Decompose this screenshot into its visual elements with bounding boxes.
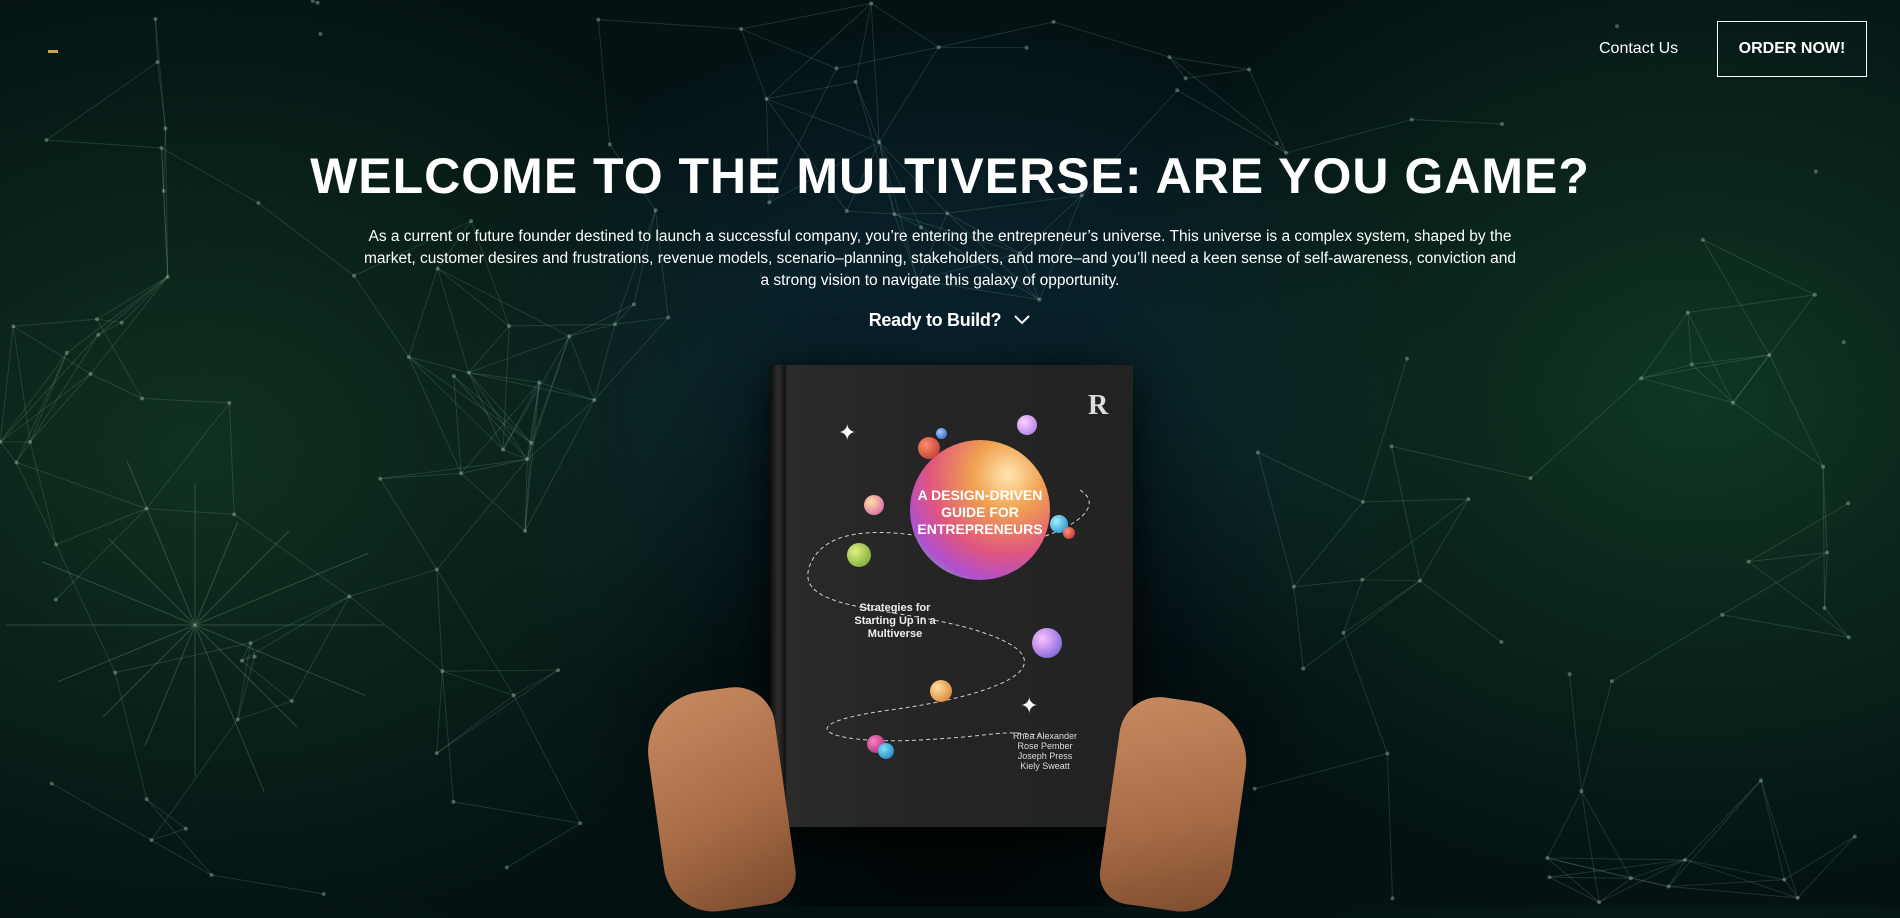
order-now-button[interactable]: ORDER NOW! bbox=[1717, 21, 1867, 77]
author-name: Rose Pember bbox=[990, 741, 1100, 751]
sparkle-icon: ✦ bbox=[1020, 695, 1038, 717]
contact-us-link[interactable]: Contact Us bbox=[1599, 40, 1678, 58]
chevron-down-icon bbox=[1013, 314, 1031, 326]
site-header: Contact Us ORDER NOW! bbox=[0, 0, 1900, 100]
planet-blue bbox=[936, 428, 947, 439]
planet-ringed bbox=[1017, 415, 1037, 435]
book-cover: R A DESIGN-DRIVEN GUIDE FOR ENTREPRENEUR… bbox=[770, 365, 1133, 827]
book-image: R A DESIGN-DRIVEN GUIDE FOR ENTREPRENEUR… bbox=[650, 360, 1250, 907]
book-subtitle: Strategies for Starting Up in a Multiver… bbox=[840, 602, 950, 641]
planet-violet bbox=[1032, 628, 1062, 658]
right-hand bbox=[1096, 692, 1254, 918]
planet-teal bbox=[878, 743, 894, 759]
book-authors: Rhea Alexander Rose Pember Joseph Press … bbox=[990, 731, 1100, 771]
author-name: Rhea Alexander bbox=[990, 731, 1100, 741]
logo[interactable] bbox=[48, 50, 58, 53]
author-name: Joseph Press bbox=[990, 751, 1100, 761]
planet-orange bbox=[930, 680, 952, 702]
ready-to-build-button[interactable]: Ready to Build? bbox=[860, 307, 1040, 333]
sparkle-icon: ✦ bbox=[838, 422, 856, 444]
hero-title: WELCOME TO THE MULTIVERSE: ARE YOU GAME? bbox=[0, 148, 1900, 204]
planet-small-red bbox=[1063, 527, 1075, 539]
planet-red bbox=[918, 437, 940, 459]
planet-green bbox=[847, 543, 871, 567]
cta-label: Ready to Build? bbox=[869, 310, 1002, 331]
hero-description: As a current or future founder destined … bbox=[360, 226, 1520, 292]
book-title: A DESIGN-DRIVEN GUIDE FOR ENTREPRENEURS bbox=[910, 487, 1050, 538]
author-name: Kiely Sweatt bbox=[990, 761, 1100, 771]
planet-pink bbox=[864, 495, 884, 515]
